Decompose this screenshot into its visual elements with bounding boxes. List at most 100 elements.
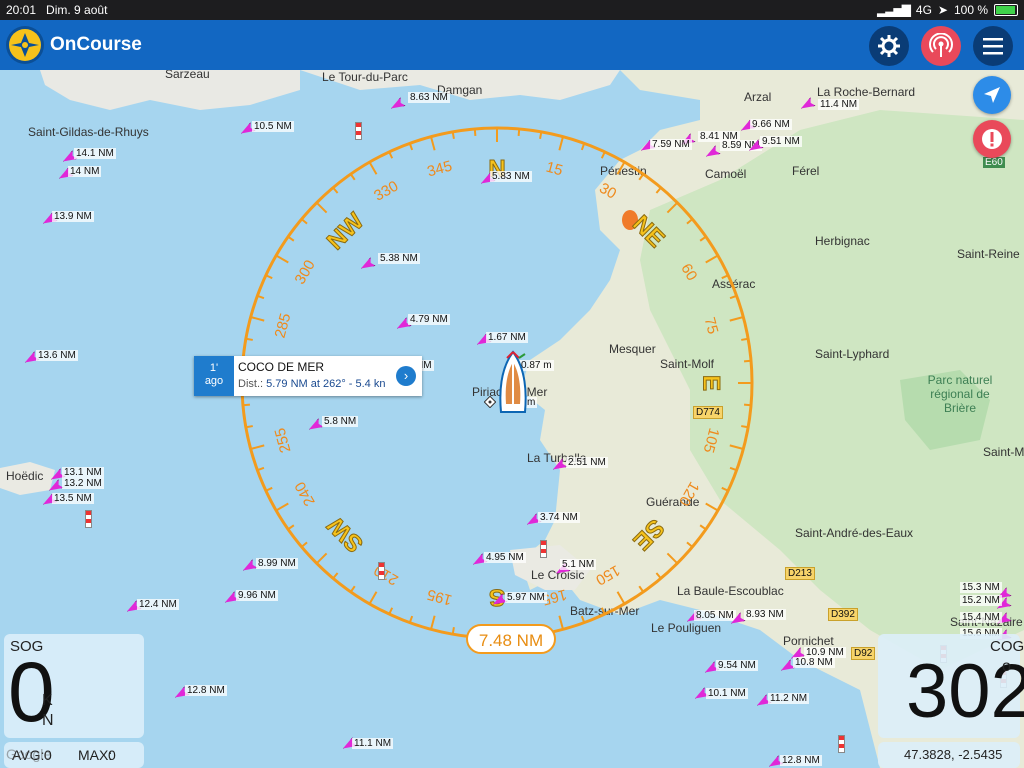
compass-tick [539,131,543,139]
app-logo[interactable] [6,26,44,64]
sog-panel[interactable]: SOG 0 K N [4,634,144,739]
callout-chevron-right-icon[interactable]: › [396,366,416,386]
menu-button[interactable] [973,26,1013,66]
ais-target-distance: 9.51 NM [760,136,802,147]
compass-tick [275,254,289,264]
target-callout[interactable]: 1' ago COCO DE MER Dist.: 5.79 NM at 262… [194,356,422,396]
chart-map[interactable]: Sarzeau Le Tour-du-Parc Damgan Arzal La … [0,70,1024,768]
callout-vessel-name: COCO DE MER [238,360,325,374]
ais-target-distance: 12.4 NM [137,599,179,610]
compass-tick [368,591,378,605]
ais-target-distance: 14.1 NM [74,148,116,159]
status-time: 20:01 [6,3,37,17]
compass-tick [729,316,744,322]
compass-tick [705,502,719,512]
compass-tick [558,615,564,630]
compass-degree-label: 75 [701,315,722,336]
position-panel[interactable]: 47.3828, -2.5435 [878,742,1020,768]
alert-button[interactable] [973,120,1011,158]
compass-tick [287,524,295,531]
compass-tick [332,572,339,579]
callout-info: Dist.: 5.79 NM at 262° - 5.4 kn [238,378,385,390]
ais-target-distance: 5.83 NM [490,171,532,182]
compass-degree-label: 150 [593,561,623,588]
compass-degree-label: 120 [675,479,702,509]
compass-tick [245,425,253,429]
compass-tick [600,151,606,159]
compass-tick [686,541,693,548]
compass-tick [451,131,455,139]
compass-tick [580,143,586,151]
compass-tick [743,403,752,407]
ais-target-distance: 8.93 NM [744,609,786,620]
status-network: 4G [915,3,932,17]
waypoint-diamond-icon [484,396,496,408]
compass-degree-label: 255 [272,426,295,455]
compass-cardinal: SW [322,511,369,558]
status-battery: 100 % [953,3,988,17]
settings-button[interactable] [869,26,909,66]
compass-degree-label: 15 [544,159,565,180]
compass-tick [743,359,752,363]
compass-tick [600,607,606,615]
compass-tick [332,187,339,194]
lighthouse-icon [838,735,845,753]
compass-tick [388,607,394,615]
app-title: OnCourse [50,34,142,55]
compass-tick [315,201,328,214]
compass-tick [705,254,719,264]
compass-tick [699,524,707,531]
compass-degree-label: 30 [596,180,619,203]
gear-icon [878,35,900,57]
compass-tick [729,294,737,300]
alert-icon [982,129,1002,149]
status-bar: 20:01 Dim. 9 août ▂▃▅▇ 4G ➤ 100 % [0,0,1024,20]
ais-target-distance: 13.6 NM [36,350,78,361]
ais-target-distance: 10.5 NM [252,121,294,132]
ais-target-distance: 13.1 NM [62,467,104,478]
compass-tick [408,143,414,151]
compass-degree-label: 195 [425,586,454,609]
ais-target-distance: 9.66 NM [750,119,792,130]
ais-target-distance: 1.67 NM [486,332,528,343]
navigation-arrow-icon [984,87,1000,103]
ais-target-distance: 10.8 NM [793,657,835,668]
compass-tick [451,627,455,635]
compass-tick [315,552,328,565]
ais-target-distance: 2.51 NM [566,457,608,468]
compass-tick [616,591,626,605]
compass-tick [666,552,679,565]
ais-target-distance: 11.2 NM [768,693,810,704]
compass-tick [265,274,273,280]
status-date: Dim. 9 août [46,3,108,17]
compass-tick [388,151,394,159]
ais-target-distance: 13.9 NM [52,211,94,222]
cog-panel[interactable]: COG 302 o [878,634,1024,738]
compass-tick [517,128,521,137]
compass-tick [741,337,749,341]
callout-info-prefix: Dist.: [238,378,264,390]
broadcast-button[interactable] [921,26,961,66]
compass-tick [301,541,308,548]
compass-tick [287,235,295,242]
own-vessel-icon [499,350,527,413]
ais-target-distance: 13.2 NM [62,478,104,489]
compass-degree-label: 210 [371,561,401,588]
compass-tick [616,161,626,175]
ais-target-distance: 15.4 NM [960,612,1002,623]
compass-tick [275,502,289,512]
compass-tick [430,136,436,151]
ais-target-distance: 8.99 NM [256,558,298,569]
compass-degree-label: 330 [371,178,401,205]
compass-tick [666,201,679,214]
compass-tick [558,136,564,151]
range-badge[interactable]: 7.48 NM [466,624,556,654]
locate-button[interactable] [973,76,1011,114]
compass-cardinal: SE [628,514,670,556]
ais-target-distance: 8.05 NM [694,610,736,621]
compass-tick [638,585,645,593]
ais-target-distance: 11.4 NM [818,99,860,110]
location-icon: ➤ [937,3,948,17]
cog-unit: o [1002,658,1011,675]
ais-target-distance: 5.1 NM [560,559,597,570]
